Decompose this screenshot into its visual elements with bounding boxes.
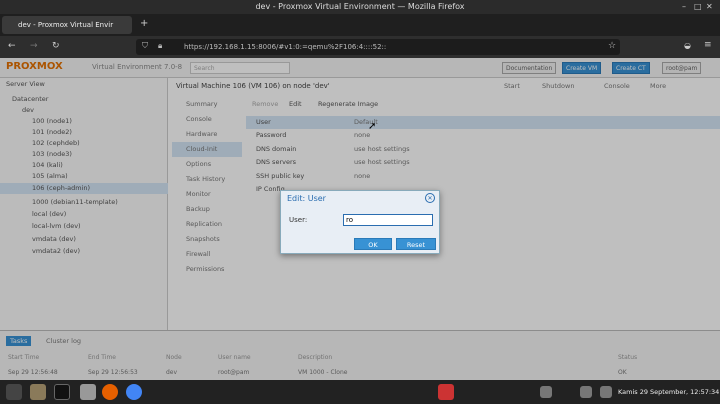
browser-tab[interactable]: dev - Proxmox Virtual Envir <box>2 16 132 34</box>
lock-icon[interactable]: 🔒︎ <box>158 41 162 51</box>
file-manager-icon[interactable] <box>30 384 46 400</box>
tray-volume-icon[interactable] <box>580 386 592 398</box>
reload-icon[interactable]: ↻ <box>52 41 60 51</box>
window-title: dev - Proxmox Virtual Environment — Mozi… <box>255 2 465 11</box>
minimize-icon[interactable]: – <box>682 0 686 14</box>
mouse-cursor-icon: ➚ <box>368 121 377 132</box>
tray-power-icon[interactable] <box>600 386 612 398</box>
back-icon[interactable]: ← <box>8 41 16 51</box>
user-input[interactable]: ro <box>343 214 433 226</box>
url-text: https://192.168.1.15:8006/#v1:0:=qemu%2F… <box>184 43 387 51</box>
user-field-label: User: <box>289 216 308 224</box>
new-tab-icon[interactable]: + <box>140 18 148 29</box>
menu-icon[interactable]: ≡ <box>704 40 712 50</box>
text-editor-icon[interactable] <box>80 384 96 400</box>
edit-user-dialog: Edit: User ✕ User: ro OK Reset <box>280 190 440 254</box>
tray-red-app-icon[interactable] <box>438 384 454 400</box>
bookmark-star-icon[interactable]: ☆ <box>608 41 616 51</box>
app-menu-icon[interactable] <box>6 384 22 400</box>
browser-tab-label: dev - Proxmox Virtual Envir <box>18 21 114 29</box>
shield-icon[interactable]: ⛉ <box>142 41 148 51</box>
pocket-icon[interactable]: ◒ <box>684 41 691 50</box>
chrome-icon[interactable] <box>126 384 142 400</box>
ok-button[interactable]: OK <box>354 238 392 250</box>
firefox-icon[interactable] <box>102 384 118 400</box>
close-window-icon[interactable]: ✕ <box>706 0 713 14</box>
terminal-icon[interactable] <box>54 384 70 400</box>
window-titlebar: dev - Proxmox Virtual Environment — Mozi… <box>0 0 720 14</box>
dialog-close-icon[interactable]: ✕ <box>425 193 435 203</box>
forward-icon[interactable]: → <box>30 41 38 51</box>
maximize-icon[interactable]: □ <box>694 0 702 14</box>
tray-network-icon[interactable] <box>540 386 552 398</box>
url-bar[interactable]: https://192.168.1.15:8006/#v1:0:=qemu%2F… <box>136 39 620 55</box>
taskbar-clock: Kamis 29 September, 12:57:34 <box>618 388 720 396</box>
reset-button[interactable]: Reset <box>396 238 436 250</box>
dialog-title: Edit: User <box>287 194 326 203</box>
